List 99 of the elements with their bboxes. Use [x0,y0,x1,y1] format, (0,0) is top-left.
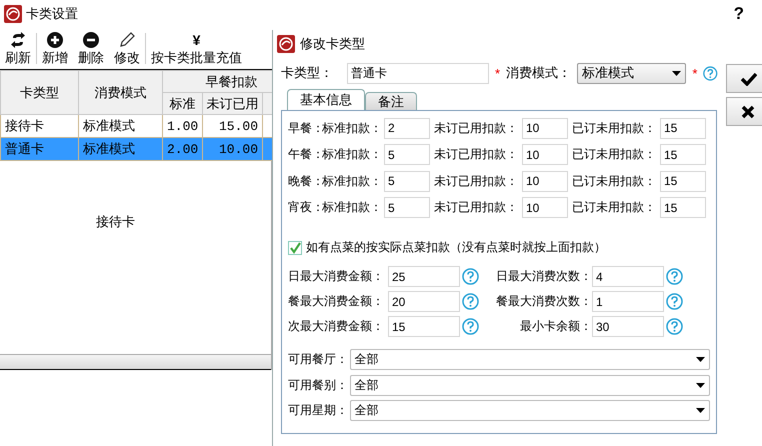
caret-icon [696,382,705,388]
field-label: 标准扣款： [322,199,383,216]
table-cell[interactable]: 10.00 [202,138,262,160]
dialog-title: 修改卡类型 [300,35,365,53]
amount-field[interactable]: 5 [384,197,430,218]
meal-label: 晚餐： [288,172,322,190]
help-icon[interactable] [703,64,718,82]
limit-field[interactable]: 15 [388,316,460,337]
tab[interactable]: 备注 [365,92,417,110]
card-type-field[interactable]: 普通卡 [347,62,489,84]
add-icon [47,32,63,48]
field-label: 未订已用扣款： [433,199,519,216]
table-cell[interactable]: 普通卡 [0,138,78,160]
table-cell[interactable]: 2.00 [162,138,202,160]
app-logo-icon [4,5,22,23]
meal-label: 宵夜： [288,199,322,216]
limit-field[interactable]: 20 [388,291,460,312]
amount-field[interactable]: 15 [660,118,706,139]
table-cell[interactable]: 标准模式 [78,138,162,160]
field-label: 已订未用扣款： [571,120,657,137]
field-label: 标准扣款： [322,146,383,164]
caret-icon [696,408,705,414]
limit-field[interactable]: 1 [592,291,664,312]
column-header[interactable]: 卡类型 [0,70,78,114]
help-icon[interactable] [666,318,683,335]
field-label: 最小卡余额： [519,318,592,335]
toolbar-button[interactable]: 删除 [73,28,109,69]
column-header[interactable]: 未订已用 [202,92,262,114]
required-mark: * [495,66,500,80]
field-label: 标准扣款： [322,172,383,190]
amount-field[interactable]: 15 [660,170,706,192]
field-label: 日最大消费金额： [288,268,385,285]
amount-field[interactable]: 15 [660,197,706,218]
help-icon[interactable] [462,318,479,335]
amount-field[interactable]: 5 [384,144,430,166]
help-icon[interactable] [666,268,683,285]
toolbar-button[interactable]: 修改 [109,28,145,69]
field-label: 可用餐别： [288,376,349,394]
column-header[interactable]: 标准 [162,92,202,114]
required-mark: * [692,66,698,80]
app-logo-icon [277,35,295,53]
field-label: 餐最大消费次数： [495,293,592,310]
field-label: 餐最大消费金额： [288,293,385,310]
close-icon [741,104,755,118]
checkbox[interactable] [288,240,302,254]
amount-field[interactable]: 10 [522,118,568,139]
horizontal-scrollbar[interactable] [0,354,271,370]
dropdown[interactable]: 全部 [350,349,710,370]
field-label: 可用餐厅： [288,351,349,368]
help-icon[interactable] [462,268,479,285]
field-label: 日最大消费次数： [495,268,592,285]
help-icon[interactable] [666,293,683,310]
yen-icon: ¥ [192,32,200,48]
dropdown[interactable]: 全部 [350,374,710,396]
field-label: 消费模式： [506,64,572,82]
detail-label: 接待卡 [96,213,135,231]
amount-field[interactable]: 10 [522,170,568,192]
meal-label: 午餐： [288,146,322,164]
window-title: 卡类设置 [26,5,78,23]
amount-field[interactable]: 10 [522,197,568,218]
table-cell[interactable]: 15.00 [202,114,262,138]
field-label: 未订已用扣款： [433,146,519,164]
remove-icon [83,32,99,48]
mode-dropdown[interactable]: 标准模式 [577,62,686,84]
field-label: 次最大消费金额： [288,318,385,335]
table-cell[interactable]: 1.00 [162,114,202,138]
tab[interactable]: 基本信息 [287,89,365,110]
amount-field[interactable]: 2 [384,118,430,139]
column-header[interactable]: 消费模式 [78,70,162,114]
toolbar-button[interactable]: ¥ 按卡类批量充值 [146,28,247,69]
field-label: 已订未用扣款： [571,199,657,216]
help-icon[interactable] [462,293,479,310]
limit-field[interactable]: 25 [388,266,460,287]
field-label: 已订未用扣款： [571,172,657,190]
close-button[interactable] [726,97,762,126]
amount-field[interactable]: 15 [660,144,706,166]
toolbar-button[interactable]: 新增 [37,28,73,69]
caret-icon [672,70,682,76]
check-icon [741,72,757,86]
field-label: 标准扣款： [322,120,383,137]
amount-field[interactable]: 10 [522,144,568,166]
field-label: 已订未用扣款： [571,146,657,164]
caret-icon [696,357,705,362]
table-cell[interactable]: 接待卡 [0,114,78,138]
checkbox-label: 如有点菜的按实际点菜扣款（没有点菜时就按上面扣款） [306,239,606,256]
pencil-icon [119,32,135,48]
meal-label: 早餐： [288,120,322,137]
table-cell[interactable]: 标准模式 [78,114,162,138]
dropdown[interactable]: 全部 [350,400,710,422]
field-label: 可用星期： [288,402,349,420]
amount-field[interactable]: 5 [384,170,430,192]
limit-field[interactable]: 4 [592,266,664,287]
toolbar-button[interactable]: 刷新 [0,28,36,69]
limit-field[interactable]: 30 [592,316,664,337]
field-label: 未订已用扣款： [433,120,519,137]
refresh-icon [11,32,25,48]
confirm-button[interactable] [726,64,762,93]
help-button[interactable]: ? [734,4,744,24]
field-label: 未订已用扣款： [433,172,519,190]
